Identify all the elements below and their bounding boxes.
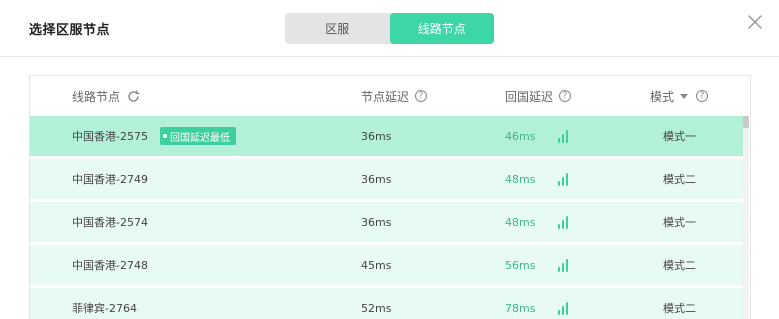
tab-line-nodes[interactable]: 线路节点 (389, 13, 494, 44)
table-row[interactable]: 中国香港-2748 45ms 56ms 模式二 (30, 245, 744, 285)
node-selection-dialog: 选择区服节点 区服 线路节点 线路节点 节点延迟 ? 回国延迟 ? 模式 ? 中… (0, 0, 779, 319)
return-delay: 78ms (505, 301, 536, 315)
table-row[interactable]: 菲律宾-2764 52ms 78ms 模式二 (30, 288, 744, 319)
node-name: 中国香港-2749 (72, 173, 148, 186)
mode-value: 模式一 (663, 216, 696, 229)
node-name-cell: 中国香港-2575 回国延迟最低 (72, 116, 236, 156)
tab-server-region[interactable]: 区服 (285, 13, 390, 44)
signal-icon (558, 288, 568, 319)
chevron-down-icon[interactable] (680, 93, 689, 99)
return-delay: 56ms (505, 258, 536, 272)
header-divider (0, 56, 779, 57)
node-name: 中国香港-2574 (72, 216, 148, 229)
signal-icon (558, 202, 568, 242)
column-header-return-delay: 回国延迟 ? (505, 76, 572, 116)
node-delay: 36ms (361, 129, 392, 143)
column-header-node-delay: 节点延迟 ? (361, 76, 428, 116)
table-row[interactable]: 中国香港-2575 回国延迟最低 36ms 46ms 模式一 (30, 116, 744, 156)
help-icon[interactable]: ? (559, 90, 572, 102)
signal-icon (558, 116, 568, 156)
return-delay: 48ms (505, 172, 536, 186)
return-delay: 48ms (505, 215, 536, 229)
node-delay: 36ms (361, 215, 392, 229)
column-label-node-delay: 节点延迟 (361, 89, 410, 104)
mode-value: 模式一 (663, 130, 696, 143)
column-header-mode: 模式 ? (650, 76, 709, 116)
mode-value: 模式二 (663, 302, 696, 315)
node-name: 中国香港-2575 (72, 130, 148, 143)
node-delay: 52ms (361, 301, 392, 315)
node-table: 线路节点 节点延迟 ? 回国延迟 ? 模式 ? 中国香港-2575 回国延迟最低… (29, 75, 751, 319)
table-row[interactable]: 中国香港-2574 36ms 48ms 模式一 (30, 202, 744, 242)
refresh-icon[interactable] (126, 89, 141, 104)
node-name: 中国香港-2748 (72, 259, 148, 272)
column-label-node: 线路节点 (72, 89, 121, 104)
dialog-title: 选择区服节点 (29, 23, 111, 38)
scrollbar-thumb[interactable] (743, 116, 749, 128)
mode-value: 模式二 (663, 259, 696, 272)
column-label-mode: 模式 (650, 89, 675, 104)
help-icon[interactable]: ? (415, 90, 428, 102)
help-icon[interactable]: ? (696, 90, 709, 102)
close-icon[interactable] (746, 13, 764, 31)
signal-icon (558, 245, 568, 285)
column-header-node: 线路节点 (72, 76, 141, 116)
node-delay: 45ms (361, 258, 392, 272)
column-label-return-delay: 回国延迟 (505, 89, 554, 104)
table-row[interactable]: 中国香港-2749 36ms 48ms 模式二 (30, 159, 744, 199)
lowest-delay-badge: 回国延迟最低 (159, 127, 236, 145)
return-delay: 46ms (505, 129, 536, 143)
table-header: 线路节点 节点延迟 ? 回国延迟 ? 模式 ? (30, 76, 750, 116)
scrollbar-track[interactable] (743, 116, 749, 319)
dialog-header: 选择区服节点 区服 线路节点 (0, 0, 779, 56)
node-name: 菲律宾-2764 (72, 302, 137, 315)
tab-group: 区服 线路节点 (285, 13, 494, 44)
signal-icon (558, 159, 568, 199)
mode-value: 模式二 (663, 173, 696, 186)
node-delay: 36ms (361, 172, 392, 186)
